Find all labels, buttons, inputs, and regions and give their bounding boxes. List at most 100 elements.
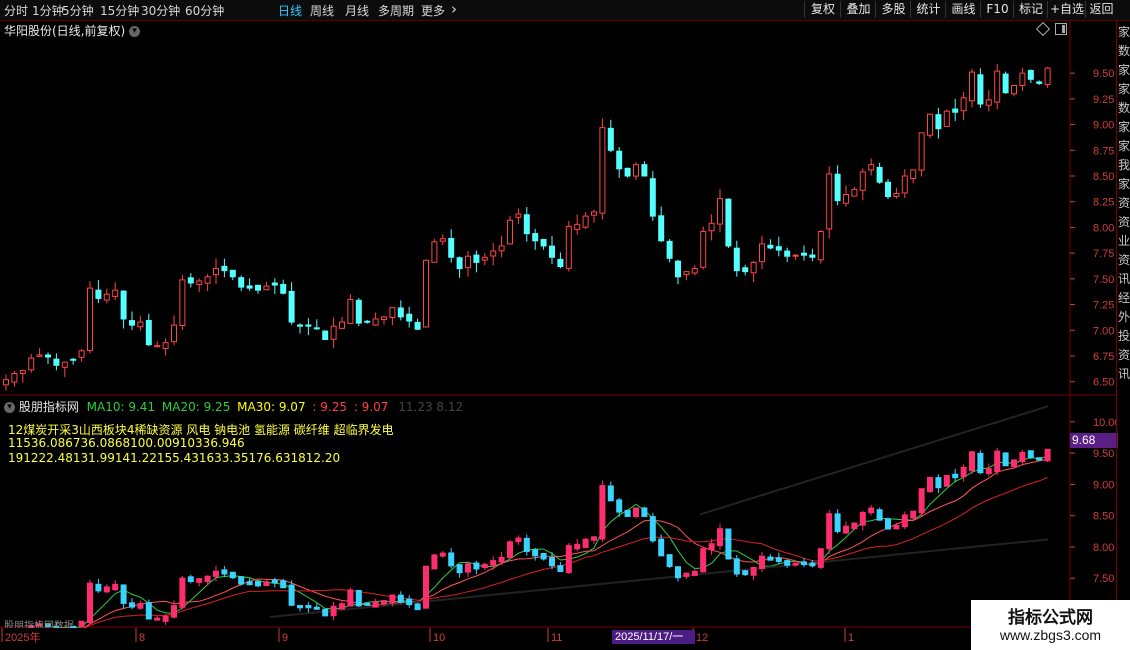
candle-body [834, 173, 841, 202]
ind-bar-body [868, 507, 875, 514]
ind-bar-body [540, 553, 547, 560]
sidebar-char: 家 [1118, 25, 1130, 39]
chevron-right-icon[interactable]: › [451, 0, 457, 18]
sidebar-char: 家 [1118, 63, 1130, 77]
period-tab-7[interactable]: 周线 [310, 2, 334, 19]
ind-bar-body [633, 507, 639, 517]
candle-body [759, 243, 765, 263]
ind-bar-body [246, 581, 253, 586]
ind-bar-body [414, 603, 421, 611]
indicator-chart[interactable]: 10.009.509.008.508.007.507.00 [0, 396, 1116, 628]
candle-body [943, 110, 950, 127]
candle-body [683, 271, 690, 276]
ind-bar-body [481, 563, 488, 569]
right-info-sidebar[interactable]: 家数家家数家家我家资资业资讯经外投资讯 [1116, 20, 1130, 630]
ind-bar-body [960, 466, 967, 478]
ind-bar-body [683, 572, 690, 577]
sidebar-char: 家 [1118, 139, 1130, 153]
ind-bar-body [817, 548, 824, 568]
ind-bar-body [885, 518, 891, 530]
ind-bar-body [742, 570, 749, 576]
ind-tick-label: 8.50 [1093, 511, 1114, 523]
candle-body [725, 198, 732, 247]
ind-bar-body [784, 560, 791, 566]
ind-bar-body [834, 513, 841, 532]
sidebar-char: 经 [1118, 291, 1130, 305]
toolbar-button-8[interactable]: 返回 [1085, 1, 1117, 18]
candle-body [801, 252, 807, 256]
candle-body [817, 231, 824, 261]
period-tab-0[interactable]: 分时 [4, 2, 28, 19]
candle-body [204, 276, 211, 284]
candle-body [565, 225, 572, 269]
ind-bar-body [137, 603, 144, 609]
candle-body [473, 254, 480, 263]
watermark-url: www.zbgs3.com [999, 627, 1102, 643]
period-tab-4[interactable]: 30分钟 [141, 2, 180, 19]
candle-body [977, 74, 984, 105]
candle-body [876, 166, 883, 183]
candle-body [1002, 73, 1009, 94]
ind-bar-body [952, 473, 959, 479]
candle-body [355, 299, 362, 324]
ind-bar-body [187, 576, 194, 582]
candle-body [918, 132, 925, 171]
ind-bar-body [969, 451, 975, 472]
candle-body [691, 268, 698, 274]
candle-body [330, 325, 337, 340]
candle-body [313, 327, 320, 330]
candle-body [885, 181, 891, 198]
toolbar-button-1[interactable]: 叠加 [840, 1, 876, 18]
ind-bar-body [801, 561, 807, 566]
candle-body [784, 250, 791, 257]
toolbar-button-2[interactable]: 多股 [875, 1, 911, 18]
period-tab-3[interactable]: 15分钟 [100, 2, 139, 19]
candle-body [607, 127, 614, 151]
ind-bar-body [313, 606, 320, 610]
sidebar-char: 讯 [1118, 272, 1130, 286]
ind-bar-body [859, 511, 866, 526]
candle-body [112, 289, 119, 297]
date-label: 9 [282, 632, 288, 644]
candle-body [221, 265, 228, 272]
ind-bar-body [717, 528, 723, 547]
y-tick-label: 9.00 [1093, 120, 1114, 132]
ind-bar-body [305, 604, 312, 609]
toolbar-button-6[interactable]: 标记 [1013, 1, 1048, 18]
sidebar-char: 资 [1118, 253, 1130, 267]
period-tab-5[interactable]: 60分钟 [185, 2, 224, 19]
period-tab-10[interactable]: 更多 [421, 2, 445, 19]
candle-body [767, 244, 774, 249]
ind-bar-body [927, 476, 933, 493]
ind-bar-body [893, 525, 900, 530]
period-tab-2[interactable]: 5分钟 [62, 2, 94, 19]
candle-body [591, 211, 597, 216]
candle-body [372, 318, 379, 326]
candle-body [700, 231, 707, 268]
toolbar-button-0[interactable]: 复权 [804, 1, 841, 18]
candle-body [339, 321, 345, 329]
ind-bar-body [616, 499, 623, 513]
candle-body [238, 277, 245, 288]
date-label: 12 [696, 632, 708, 644]
candle-body [574, 223, 581, 230]
toolbar-button-5[interactable]: F10 [980, 1, 1014, 18]
ind-bar-body [700, 548, 707, 573]
toolbar-button-3[interactable]: 统计 [910, 1, 946, 18]
toolbar-button-4[interactable]: 画线 [945, 1, 981, 18]
period-tab-9[interactable]: 多周期 [378, 2, 414, 19]
candle-body [599, 127, 606, 214]
ind-bar-body [372, 601, 379, 608]
ind-bar-body [641, 507, 648, 517]
candle-body [481, 256, 488, 261]
sidebar-char: 数 [1118, 101, 1130, 115]
candle-body [733, 247, 740, 272]
period-tab-1[interactable]: 1分钟 [32, 2, 64, 19]
toolbar-button-7[interactable]: +自选 [1047, 1, 1086, 18]
ind-bar-body [465, 563, 471, 573]
ind-bar-body [666, 554, 673, 567]
period-tab-8[interactable]: 月线 [345, 2, 369, 19]
candle-body [708, 222, 715, 232]
price-chart[interactable]: 9.50 9.25 9.00 8.75 8.50 8.25 8.00 7.75 7.50 7.25… [0, 20, 1116, 396]
period-tab-6[interactable]: 日线 [278, 2, 302, 19]
